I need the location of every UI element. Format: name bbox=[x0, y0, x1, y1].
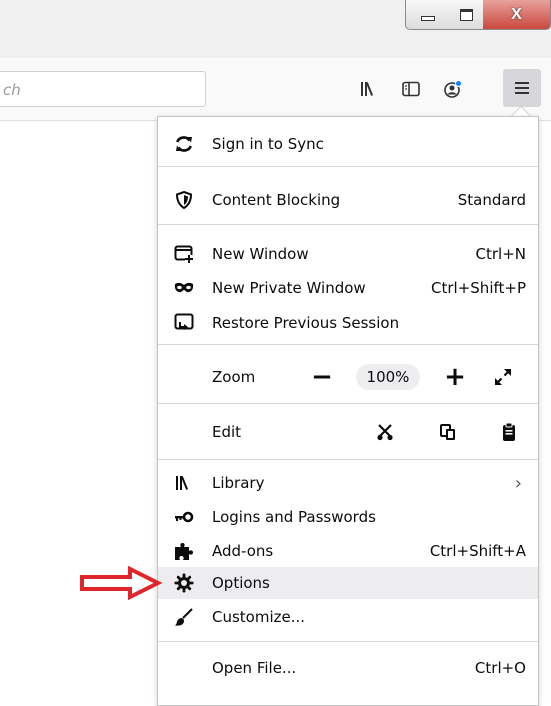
menu-item-new-private-window[interactable]: New Private Window Ctrl+Shift+P bbox=[158, 272, 538, 304]
restore-session-icon bbox=[173, 312, 195, 334]
paste-button[interactable] bbox=[496, 419, 522, 445]
private-mask-icon bbox=[173, 277, 195, 299]
fullscreen-button[interactable] bbox=[490, 364, 516, 390]
menu-item-customize[interactable]: Customize... bbox=[158, 601, 538, 633]
app-menu-panel: Sign in to Sync Content Blocking Standar… bbox=[157, 116, 539, 706]
sidebar-button[interactable] bbox=[395, 73, 427, 105]
menu-separator bbox=[158, 166, 538, 167]
search-input[interactable]: ch bbox=[0, 71, 206, 107]
menu-item-sign-in-sync[interactable]: Sign in to Sync bbox=[158, 128, 538, 160]
new-private-window-shortcut: Ctrl+Shift+P bbox=[431, 279, 526, 297]
menu-separator bbox=[158, 641, 538, 642]
sync-label: Sign in to Sync bbox=[212, 135, 324, 153]
sidebar-icon bbox=[402, 81, 420, 97]
addons-shortcut: Ctrl+Shift+A bbox=[429, 542, 526, 560]
scissors-icon bbox=[377, 424, 393, 441]
window-titlebar: X bbox=[0, 0, 551, 58]
new-window-label: New Window bbox=[212, 245, 309, 263]
copy-button[interactable] bbox=[435, 419, 461, 445]
puzzle-icon bbox=[173, 540, 195, 562]
navigation-toolbar: ch bbox=[0, 58, 551, 121]
chevron-right-icon: › bbox=[514, 472, 522, 494]
zoom-reset-button[interactable]: 100% bbox=[356, 364, 420, 390]
key-icon bbox=[173, 506, 195, 528]
minimize-icon bbox=[420, 16, 435, 21]
copy-icon bbox=[440, 424, 455, 440]
menu-separator bbox=[158, 459, 538, 460]
zoom-label: Zoom bbox=[212, 368, 256, 386]
paintbrush-icon bbox=[173, 606, 195, 628]
menu-item-new-window[interactable]: New Window Ctrl+N bbox=[158, 238, 538, 270]
open-file-shortcut: Ctrl+O bbox=[474, 659, 526, 677]
open-file-label: Open File... bbox=[212, 659, 297, 677]
edit-label: Edit bbox=[212, 423, 242, 441]
maximize-button[interactable] bbox=[449, 0, 484, 30]
annotation-arrow-icon bbox=[80, 566, 162, 600]
customize-label: Customize... bbox=[212, 608, 306, 626]
account-button[interactable] bbox=[437, 73, 469, 105]
open-menu-button[interactable] bbox=[503, 69, 541, 107]
minimize-button[interactable] bbox=[405, 0, 450, 30]
addons-label: Add-ons bbox=[212, 542, 274, 560]
menu-item-content-blocking[interactable]: Content Blocking Standard bbox=[158, 184, 538, 216]
menu-separator bbox=[158, 224, 538, 225]
menu-separator bbox=[158, 403, 538, 404]
zoom-out-button[interactable]: − bbox=[308, 362, 336, 392]
content-blocking-value: Standard bbox=[457, 191, 526, 209]
cut-button[interactable] bbox=[372, 419, 398, 445]
library-icon bbox=[361, 82, 374, 96]
menu-item-edit: Edit bbox=[158, 415, 538, 449]
restore-session-label: Restore Previous Session bbox=[212, 314, 400, 332]
new-window-shortcut: Ctrl+N bbox=[475, 245, 526, 263]
paste-icon bbox=[503, 422, 515, 441]
hamburger-icon bbox=[515, 82, 529, 94]
menu-item-restore-session[interactable]: Restore Previous Session bbox=[158, 307, 538, 339]
zoom-in-button[interactable]: + bbox=[441, 362, 469, 392]
maximize-icon bbox=[459, 8, 473, 21]
menu-item-addons[interactable]: Add-ons Ctrl+Shift+A bbox=[158, 535, 538, 567]
library-label: Library bbox=[212, 474, 265, 492]
new-window-icon bbox=[173, 243, 195, 265]
account-icon bbox=[444, 80, 462, 98]
menu-item-logins-passwords[interactable]: Logins and Passwords bbox=[158, 501, 538, 533]
close-button[interactable]: X bbox=[483, 0, 551, 30]
menu-item-zoom: Zoom − 100% + bbox=[158, 360, 538, 394]
new-private-window-label: New Private Window bbox=[212, 279, 366, 297]
options-label: Options bbox=[212, 574, 270, 592]
shield-icon bbox=[173, 189, 195, 211]
search-placeholder: ch bbox=[3, 81, 21, 99]
fullscreen-icon bbox=[495, 369, 511, 385]
menu-item-open-file[interactable]: Open File... Ctrl+O bbox=[158, 652, 538, 684]
library-icon bbox=[173, 472, 195, 494]
close-icon: X bbox=[511, 5, 522, 23]
logins-label: Logins and Passwords bbox=[212, 508, 376, 526]
sync-icon bbox=[173, 133, 195, 155]
library-button[interactable] bbox=[353, 73, 385, 105]
menu-item-options[interactable]: Options bbox=[158, 567, 538, 599]
menu-item-library[interactable]: Library › bbox=[158, 467, 538, 499]
menu-separator bbox=[158, 344, 538, 345]
content-blocking-label: Content Blocking bbox=[212, 191, 341, 209]
gear-icon bbox=[173, 572, 195, 594]
